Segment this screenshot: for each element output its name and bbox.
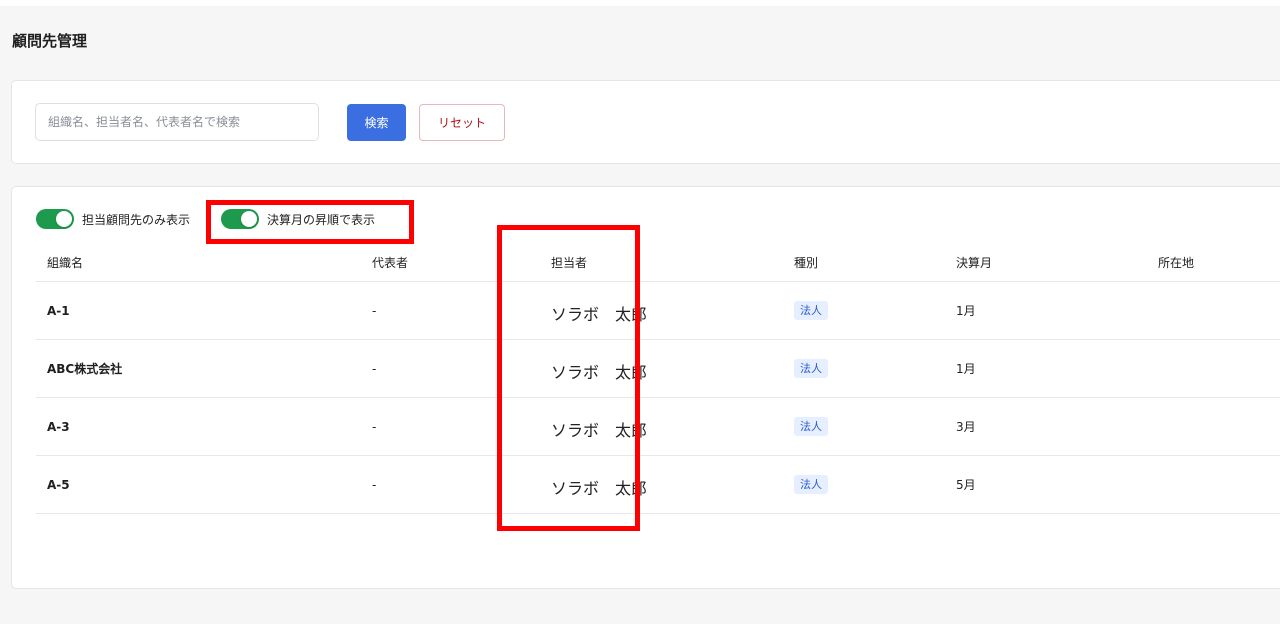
- assigned-only-label: 担当顧問先のみ表示: [82, 212, 191, 227]
- table-row[interactable]: A-5 - ソラボ 太郎 法人 5月: [36, 456, 1280, 514]
- header-representative[interactable]: 代表者: [372, 251, 408, 281]
- type-badge: 法人: [794, 359, 828, 378]
- closing-month: 5月: [956, 478, 976, 492]
- search-button[interactable]: 検索: [347, 104, 406, 141]
- client-list-panel: 担当顧問先のみ表示 決算月の昇順で表示 組織名 代表者 担当者 種別 決算月 所…: [11, 186, 1280, 589]
- closing-month: 3月: [956, 420, 976, 434]
- assigned-person: ソラボ 太郎: [551, 420, 648, 440]
- top-strip: [0, 0, 1280, 6]
- toggle-knob: [56, 211, 72, 227]
- table-row[interactable]: ABC株式会社 - ソラボ 太郎 法人 1月: [36, 340, 1280, 398]
- search-input[interactable]: [35, 103, 319, 141]
- type-cell: 法人: [794, 340, 828, 397]
- representative: -: [372, 477, 377, 492]
- assigned-only-toggle[interactable]: 担当顧問先のみ表示: [36, 209, 190, 229]
- assigned-person: ソラボ 太郎: [551, 362, 648, 382]
- header-org[interactable]: 組織名: [47, 251, 83, 281]
- closing-month: 1月: [956, 304, 976, 318]
- header-month[interactable]: 決算月: [956, 251, 992, 281]
- type-cell: 法人: [794, 398, 828, 455]
- page-title: 顧問先管理: [12, 32, 88, 50]
- type-badge: 法人: [794, 301, 828, 320]
- closing-month: 1月: [956, 362, 976, 376]
- type-cell: 法人: [794, 282, 828, 339]
- toggle-knob: [241, 211, 257, 227]
- page: 顧問先管理 検索 リセット 担当顧問先のみ表示 決算月の昇順で表示 組織名 代表…: [0, 0, 1280, 624]
- type-badge: 法人: [794, 417, 828, 436]
- header-address[interactable]: 所在地: [1158, 251, 1194, 281]
- reset-button[interactable]: リセット: [419, 104, 505, 141]
- representative: -: [372, 419, 377, 434]
- type-cell: 法人: [794, 456, 828, 513]
- sort-by-month-label: 決算月の昇順で表示: [267, 212, 376, 227]
- org-name: A-1: [47, 303, 70, 318]
- table-header-row: 組織名 代表者 担当者 種別 決算月 所在地: [36, 251, 1280, 282]
- header-person[interactable]: 担当者: [551, 251, 587, 281]
- representative: -: [372, 361, 377, 376]
- table-row[interactable]: A-1 - ソラボ 太郎 法人 1月: [36, 282, 1280, 340]
- assigned-person: ソラボ 太郎: [551, 478, 648, 498]
- toggle-switch[interactable]: [221, 209, 259, 229]
- search-panel: 検索 リセット: [11, 80, 1280, 164]
- sort-by-month-toggle[interactable]: 決算月の昇順で表示: [221, 209, 375, 229]
- assigned-person: ソラボ 太郎: [551, 304, 648, 324]
- org-name: A-5: [47, 477, 70, 492]
- header-type[interactable]: 種別: [794, 251, 818, 281]
- type-badge: 法人: [794, 475, 828, 494]
- org-name: A-3: [47, 419, 70, 434]
- representative: -: [372, 303, 377, 318]
- org-name: ABC株式会社: [47, 362, 123, 376]
- toggle-switch[interactable]: [36, 209, 74, 229]
- table-row[interactable]: A-3 - ソラボ 太郎 法人 3月: [36, 398, 1280, 456]
